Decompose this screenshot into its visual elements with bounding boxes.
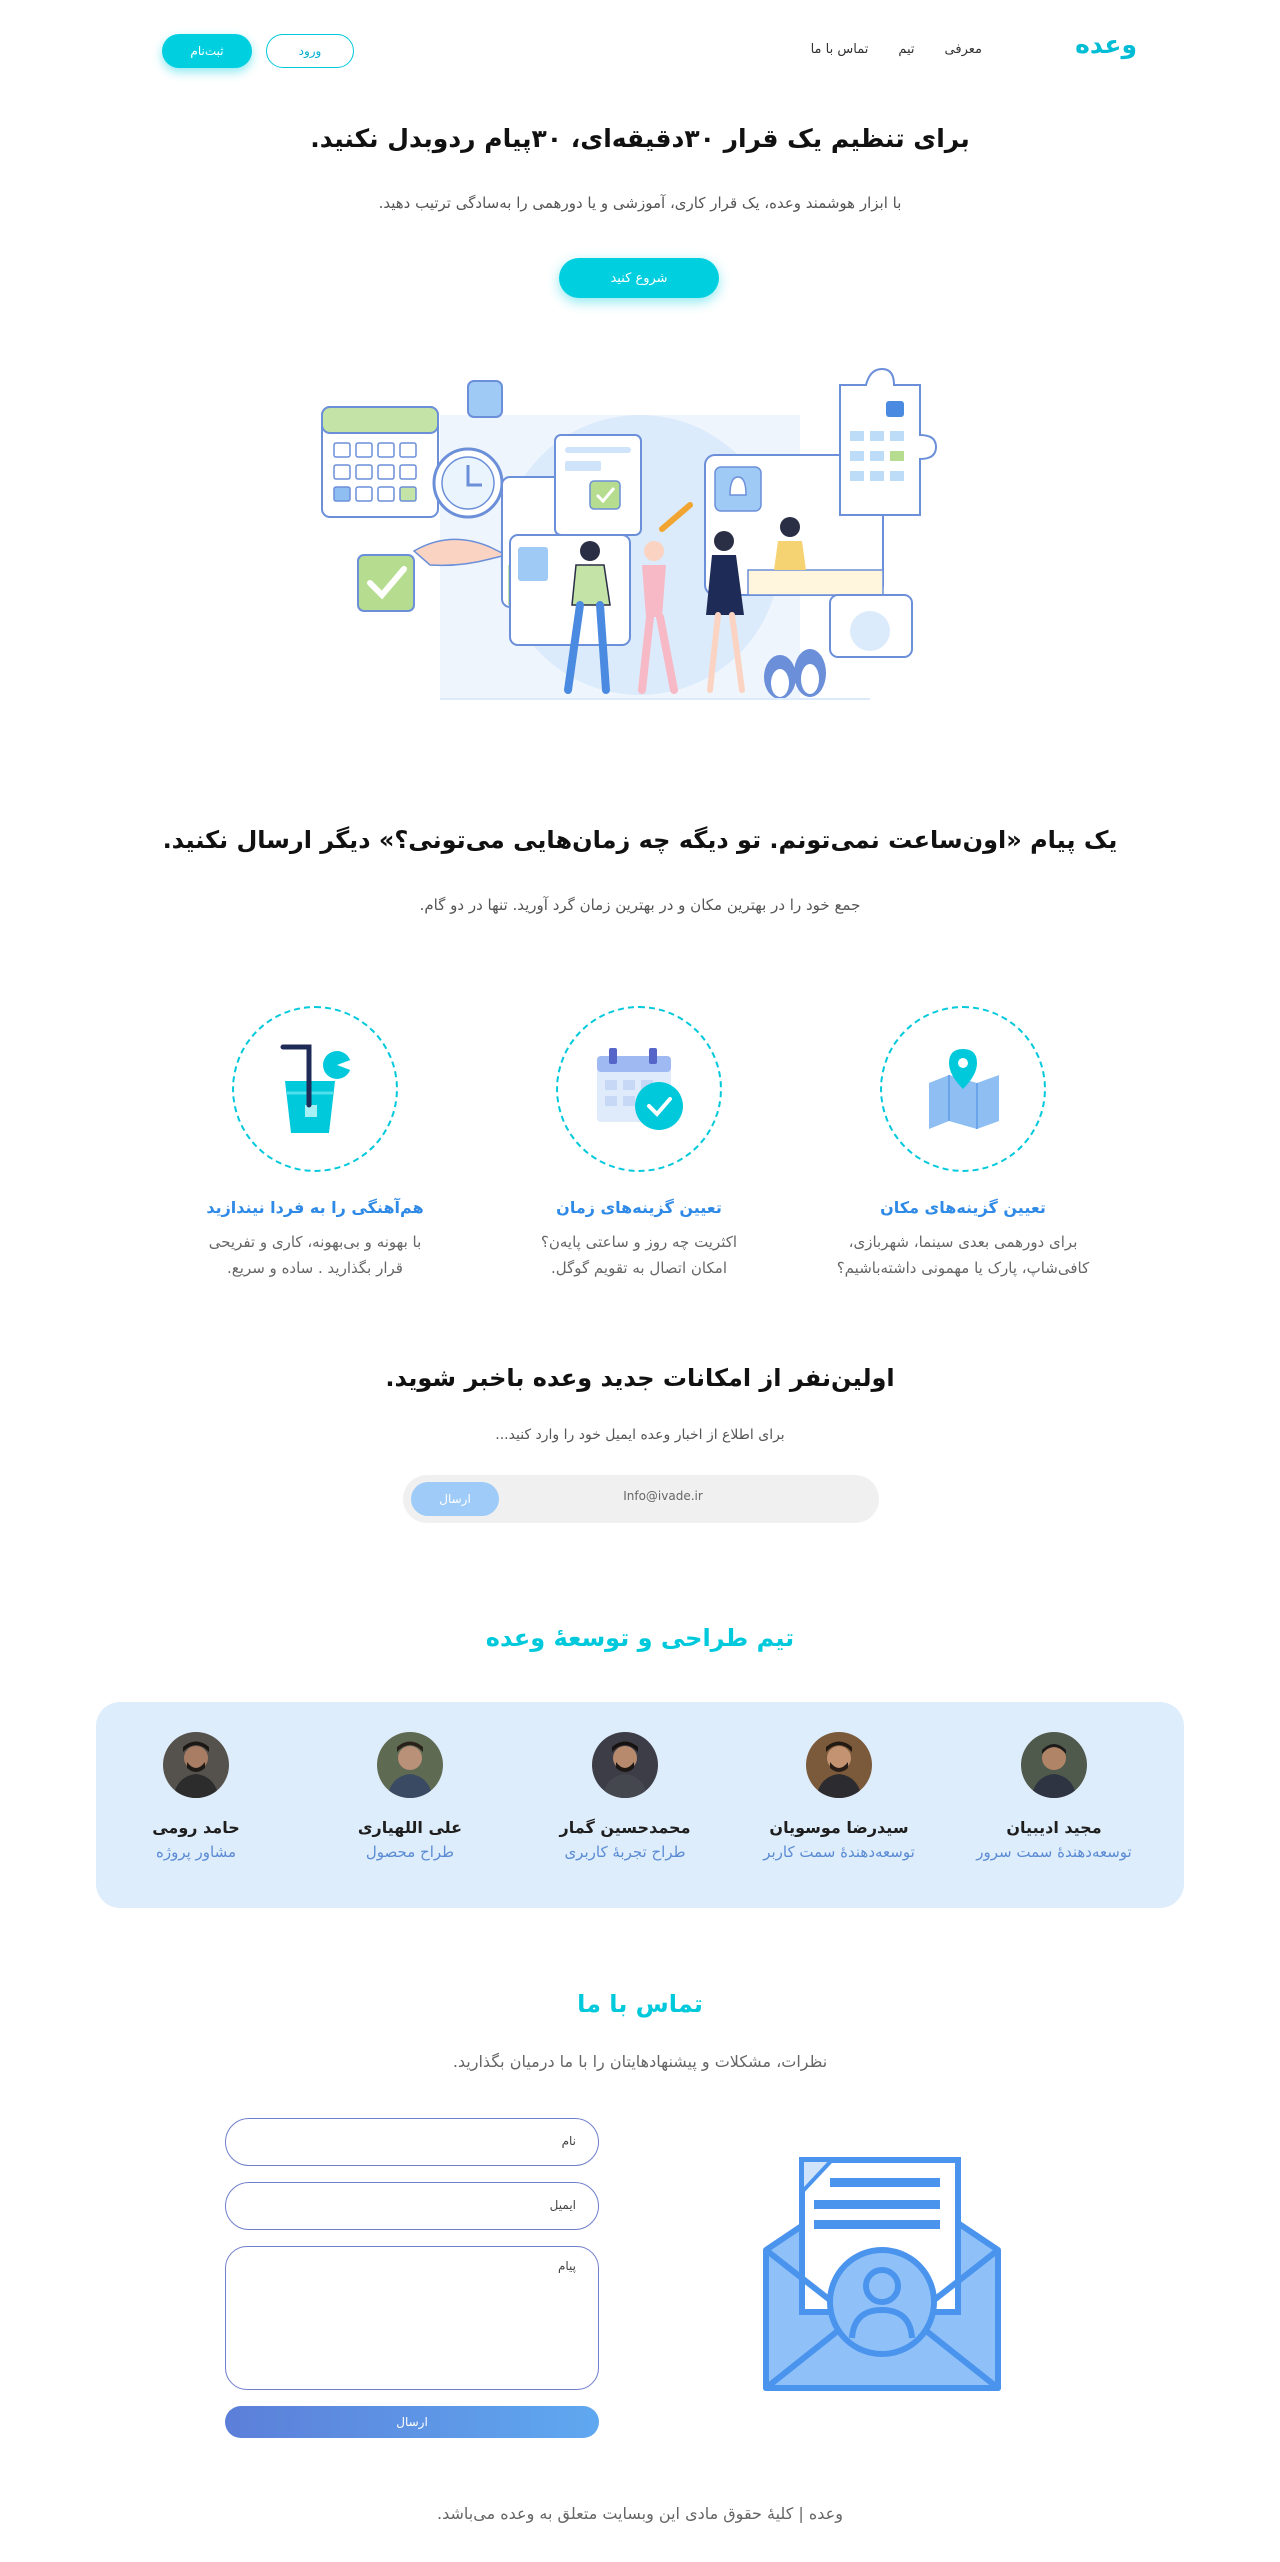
nav-item-team[interactable]: تیم — [898, 42, 914, 57]
member-name: علی اللهیاری — [357, 1818, 463, 1837]
contact-subtitle: نظرات، مشکلات و پیشنهادهایتان را با ما د… — [452, 2052, 828, 2071]
feature-icon-circle — [880, 1006, 1046, 1172]
feature-description: با بهونه و بی‌بهونه، کاری و تفریحی قرار … — [208, 1233, 422, 1277]
member-role: توسعه‌دهندهٔ سمت سرور — [976, 1843, 1132, 1861]
calendar-check-icon — [597, 1048, 683, 1130]
get-started-button[interactable]: شروع کنید — [559, 258, 719, 298]
nav-item-contact[interactable]: تماس با ما — [811, 42, 869, 57]
nav-item-intro[interactable]: معرفی — [945, 42, 982, 57]
team-member: مجید ادیبیان توسعه‌دهندهٔ سمت سرور — [954, 1732, 1154, 1861]
logo[interactable]: وعده — [1075, 30, 1137, 59]
team-member: علی اللهیاری طراح محصول — [310, 1732, 510, 1861]
member-role: مشاور پروژه — [155, 1843, 237, 1861]
avatar — [377, 1732, 443, 1798]
feature-title: هم‌آهنگی را به فردا نیندازید — [206, 1198, 424, 1217]
newsletter-title: اولین‌نفر از امکانات جدید وعده باخبر شوی… — [385, 1364, 895, 1392]
section-title: یک پیام «اون‌ساعت نمی‌تونم. تو دیگه چه ز… — [162, 826, 1118, 854]
contact-send-button[interactable]: ارسال — [225, 2406, 599, 2438]
team-panel: مجید ادیبیان توسعه‌دهندهٔ سمت سرور سیدرض… — [96, 1702, 1184, 1908]
login-button[interactable]: ورود — [266, 34, 354, 68]
member-name: سیدرضا موسویان — [769, 1818, 909, 1837]
newsletter-email-input[interactable] — [513, 1489, 813, 1503]
team-title: تیم طراحی و توسعهٔ وعده — [485, 1624, 795, 1652]
avatar — [163, 1732, 229, 1798]
name-field[interactable]: نام — [225, 2118, 599, 2166]
map-pin-icon — [929, 1049, 999, 1129]
feature-coordinate: هم‌آهنگی را به فردا نیندازید با بهونه و … — [170, 1006, 460, 1281]
email-field[interactable]: ایمیل — [225, 2182, 599, 2230]
member-name: محمدحسین گمار — [559, 1818, 691, 1837]
team-member: محمدحسین گمار طراح تجربهٔ کاربری — [525, 1732, 725, 1861]
avatar — [1021, 1732, 1087, 1798]
feature-location: تعیین گزینه‌های مکان برای دورهمی بعدی سی… — [818, 1006, 1108, 1281]
avatar — [592, 1732, 658, 1798]
feature-time: تعیین گزینه‌های زمان اکثریت چه روز و ساع… — [494, 1006, 784, 1281]
drink-icon — [280, 1044, 353, 1133]
newsletter-subtitle: برای اطلاع از اخبار وعده ایمیل خود را وا… — [495, 1427, 785, 1443]
member-role: طراح تجربهٔ کاربری — [564, 1843, 686, 1861]
member-role: توسعه‌دهندهٔ سمت کاربر — [763, 1843, 915, 1861]
member-name: مجید ادیبیان — [1006, 1818, 1102, 1837]
hero-title: برای تنظیم یک قرار ۳۰دقیقه‌ای، ۳۰پیام رد… — [310, 124, 970, 153]
feature-icon-circle — [232, 1006, 398, 1172]
envelope-contact-icon — [763, 2157, 1001, 2391]
feature-icon-circle — [556, 1006, 722, 1172]
section-subtitle: جمع خود را در بهترین مکان و در بهترین زم… — [419, 896, 861, 914]
member-role: طراح محصول — [365, 1843, 455, 1861]
feature-description: اکثریت چه روز و ساعتی پایه‌ن؟ امکان اتصا… — [540, 1233, 738, 1277]
hero-illustration — [321, 367, 938, 700]
feature-title: تعیین گزینه‌های مکان — [880, 1198, 1046, 1217]
feature-title: تعیین گزینه‌های زمان — [556, 1198, 722, 1217]
avatar — [806, 1732, 872, 1798]
newsletter-send-button[interactable]: ارسال — [411, 1482, 499, 1516]
team-member: سیدرضا موسویان توسعه‌دهندهٔ سمت کاربر — [739, 1732, 939, 1861]
hero-subtitle: با ابزار هوشمند وعده، یک قرار کاری، آموز… — [378, 194, 902, 212]
signup-button[interactable]: ثبت‌نام — [162, 34, 252, 68]
contact-title: تماس با ما — [577, 1990, 703, 2018]
message-field[interactable]: پیام — [225, 2246, 599, 2390]
team-member: حامد رومی مشاور پروژه — [96, 1732, 296, 1861]
main-nav: معرفی تیم تماس با ما — [811, 42, 982, 57]
member-name: حامد رومی — [152, 1818, 240, 1837]
feature-description: برای دورهمی بعدی سینما، شهربازی، کافی‌شا… — [836, 1233, 1090, 1277]
newsletter-form: ارسال — [403, 1475, 879, 1523]
footer-text: وعده | کلیهٔ حقوق مادی این وبسایت متعلق … — [437, 2504, 843, 2523]
